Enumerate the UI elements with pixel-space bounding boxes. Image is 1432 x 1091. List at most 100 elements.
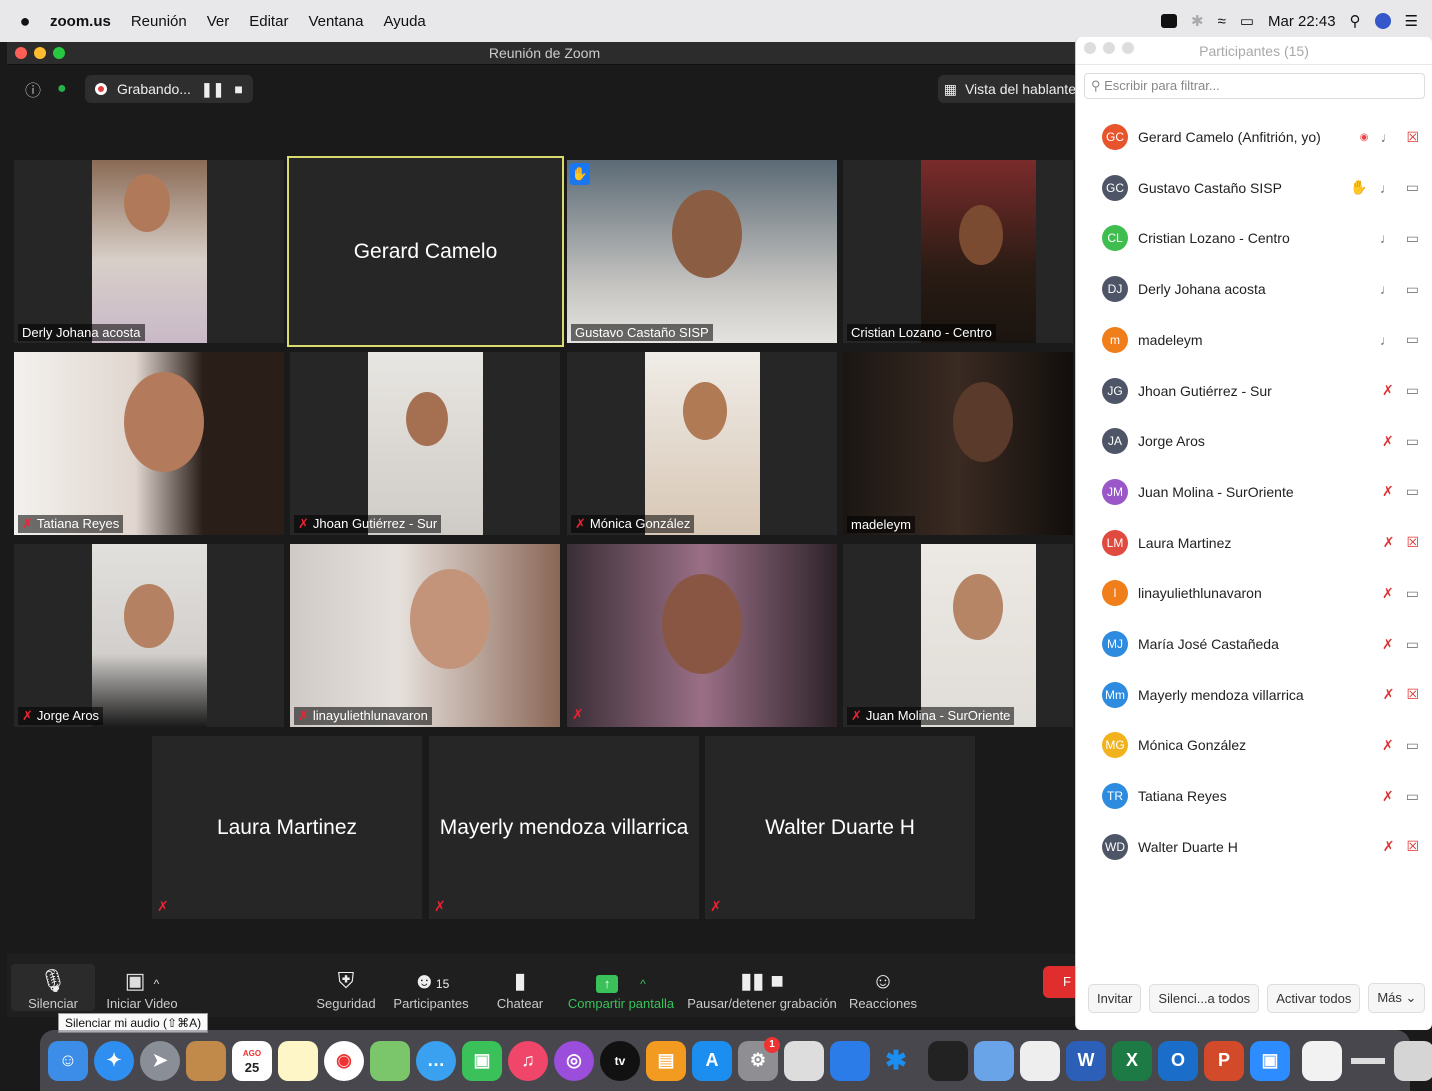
podcasts-icon[interactable]: ◎ <box>554 1040 594 1081</box>
video-tile-no-video[interactable]: Walter Duarte H ✗ <box>705 736 975 919</box>
camera-icon[interactable]: ▭ <box>1406 382 1419 399</box>
camera-off-icon[interactable]: ☒ <box>1406 686 1419 703</box>
apple-tv-icon[interactable]: tv <box>600 1040 640 1081</box>
mute-button[interactable]: 🎙 Silenciar <box>11 964 95 1011</box>
participant-row[interactable]: l linayuliethlunavaron ✗ ▭ <box>1076 568 1432 618</box>
testflight-icon[interactable] <box>830 1040 870 1081</box>
mute-all-button[interactable]: Silenci...a todos <box>1149 983 1260 1013</box>
camera-icon[interactable]: ▭ <box>1406 230 1419 247</box>
video-tile[interactable]: ✗ linayuliethlunavaron <box>290 544 560 727</box>
control-center-icon[interactable]: ☰ <box>1405 12 1418 30</box>
contacts-icon[interactable] <box>186 1040 226 1081</box>
participant-row[interactable]: LM Laura Martinez ✗ ☒ <box>1076 518 1432 568</box>
video-tile[interactable]: ✗ Tatiana Reyes <box>14 352 284 535</box>
mic-muted-icon[interactable]: ✗ <box>1382 433 1394 450</box>
camera-icon[interactable]: ▭ <box>1406 331 1419 348</box>
participant-row[interactable]: TR Tatiana Reyes ✗ ▭ <box>1076 771 1432 821</box>
clock[interactable]: Mar 22:43 <box>1268 13 1336 30</box>
close-panel-button[interactable] <box>1084 42 1096 54</box>
spotlight-search-icon[interactable]: ⚲ <box>1350 12 1361 30</box>
menu-ver[interactable]: Ver <box>207 13 230 30</box>
launchpad-icon[interactable]: ➤ <box>140 1040 180 1081</box>
safari-icon[interactable]: ✦ <box>94 1040 134 1081</box>
participant-row[interactable]: JM Juan Molina - SurOriente ✗ ▭ <box>1076 467 1432 517</box>
video-tile[interactable]: Cristian Lozano - Centro <box>843 160 1073 343</box>
camera-icon[interactable]: ▭ <box>1406 636 1419 653</box>
mic-muted-icon[interactable]: ✗ <box>1383 686 1395 703</box>
calendar-icon[interactable]: AGO 25 <box>232 1040 272 1081</box>
siri-icon[interactable] <box>1374 13 1391 29</box>
camera-off-icon[interactable]: ☒ <box>1406 838 1419 855</box>
preview-icon[interactable] <box>784 1040 824 1081</box>
outlook-icon[interactable]: O <box>1158 1040 1198 1081</box>
video-tile[interactable]: Derly Johana acosta <box>14 160 284 343</box>
video-tile[interactable]: ✗ <box>567 544 837 727</box>
mic-icon[interactable]: ♩ <box>1380 230 1394 246</box>
share-screen-button[interactable]: ↑ ^ Compartir pantalla <box>565 966 677 1011</box>
stop-recording-icon[interactable]: ■ <box>234 81 242 97</box>
participant-row[interactable]: MJ María José Castañeda ✗ ▭ <box>1076 619 1432 669</box>
menu-ventana[interactable]: Ventana <box>308 13 363 30</box>
participant-row[interactable]: DJ Derly Johana acosta ♩ ▭ <box>1076 264 1432 314</box>
close-window-button[interactable] <box>15 47 27 59</box>
menu-app-name[interactable]: zoom.us <box>50 13 111 30</box>
security-button[interactable]: ⛨ Seguridad <box>311 966 381 1011</box>
textedit-icon[interactable] <box>1020 1040 1060 1081</box>
pause-recording-icon[interactable]: ❚❚ <box>201 81 224 98</box>
activity-monitor-icon[interactable] <box>928 1040 968 1081</box>
fullscreen-panel-button[interactable] <box>1122 42 1134 54</box>
mic-muted-icon[interactable]: ✗ <box>1382 483 1394 500</box>
more-button[interactable]: Más ⌄ <box>1368 983 1426 1013</box>
end-meeting-button[interactable]: F <box>1043 966 1075 998</box>
excel-icon[interactable]: X <box>1112 1040 1152 1081</box>
camera-icon[interactable]: ▭ <box>1406 737 1419 754</box>
messages-icon[interactable]: … <box>416 1040 456 1081</box>
notes-icon[interactable] <box>278 1040 318 1081</box>
zoom-status-icon[interactable] <box>1161 14 1177 28</box>
apple-menu-icon[interactable]: ● <box>0 11 50 32</box>
participant-row[interactable]: GC Gerard Camelo (Anfitrión, yo) ◉ ♩ ☒ <box>1076 112 1432 162</box>
mic-muted-icon[interactable]: ✗ <box>1382 585 1394 602</box>
mic-muted-icon[interactable]: ✗ <box>1383 534 1395 551</box>
camera-off-icon[interactable]: ☒ <box>1406 129 1419 146</box>
menu-editar[interactable]: Editar <box>249 13 288 30</box>
bluetooth-app-icon[interactable]: ✱ <box>876 1041 916 1081</box>
wifi-icon[interactable]: ≈ <box>1218 13 1226 30</box>
powerpoint-icon[interactable]: P <box>1204 1040 1244 1081</box>
participant-filter-input[interactable]: ⚲ Escribir para filtrar... <box>1084 73 1425 99</box>
reactions-button[interactable]: ☺ Reacciones <box>847 966 919 1011</box>
mic-muted-icon[interactable]: ✗ <box>1383 838 1395 855</box>
mic-icon[interactable]: ♩ <box>1380 332 1394 348</box>
mic-muted-icon[interactable]: ✗ <box>1382 636 1394 653</box>
mic-muted-icon[interactable]: ✗ <box>1382 788 1394 805</box>
camera-off-icon[interactable]: ☒ <box>1406 534 1419 551</box>
video-tile[interactable]: ✗ Mónica González <box>567 352 837 535</box>
unmute-all-button[interactable]: Activar todos <box>1267 983 1361 1013</box>
invite-button[interactable]: Invitar <box>1088 983 1142 1013</box>
zoom-app-icon[interactable]: ▣ <box>1250 1040 1290 1081</box>
chat-button[interactable]: ▮ Chatear <box>490 966 550 1011</box>
participant-row[interactable]: GC Gustavo Castaño SISP ✋ ♩ ▭ <box>1076 163 1432 213</box>
maps-icon[interactable] <box>370 1040 410 1081</box>
word-icon[interactable]: W <box>1066 1040 1106 1081</box>
camera-icon[interactable]: ▭ <box>1406 585 1419 602</box>
video-tile[interactable]: ✗ Juan Molina - SurOriente <box>843 544 1073 727</box>
mic-muted-icon[interactable]: ✗ <box>1382 737 1394 754</box>
mic-icon[interactable]: ♩ <box>1380 281 1394 297</box>
participant-row[interactable]: JG Jhoan Gutiérrez - Sur ✗ ▭ <box>1076 366 1432 416</box>
video-tile-active-speaker[interactable]: Gerard Camelo <box>287 156 564 347</box>
participant-row[interactable]: CL Cristian Lozano - Centro ♩ ▭ <box>1076 213 1432 263</box>
mic-icon[interactable]: ♩ <box>1380 129 1394 145</box>
pause-stop-recording-button[interactable]: ▮▮ ■ Pausar/detener grabación <box>687 966 837 1011</box>
video-tile[interactable]: ✋ Gustavo Castaño SISP <box>567 160 837 343</box>
finder-icon[interactable]: ☺ <box>48 1040 88 1081</box>
mic-icon[interactable]: ♩ <box>1380 180 1394 196</box>
minimize-window-button[interactable] <box>34 47 46 59</box>
bluetooth-icon[interactable]: ✱ <box>1191 12 1204 30</box>
app-store-icon[interactable]: A <box>692 1040 732 1081</box>
facetime-icon[interactable]: ▣ <box>462 1040 502 1081</box>
participant-row[interactable]: MG Mónica González ✗ ▭ <box>1076 720 1432 770</box>
participant-row[interactable]: JA Jorge Aros ✗ ▭ <box>1076 416 1432 466</box>
encryption-shield-icon[interactable]: ● <box>57 75 67 103</box>
image-capture-icon[interactable] <box>974 1040 1014 1081</box>
